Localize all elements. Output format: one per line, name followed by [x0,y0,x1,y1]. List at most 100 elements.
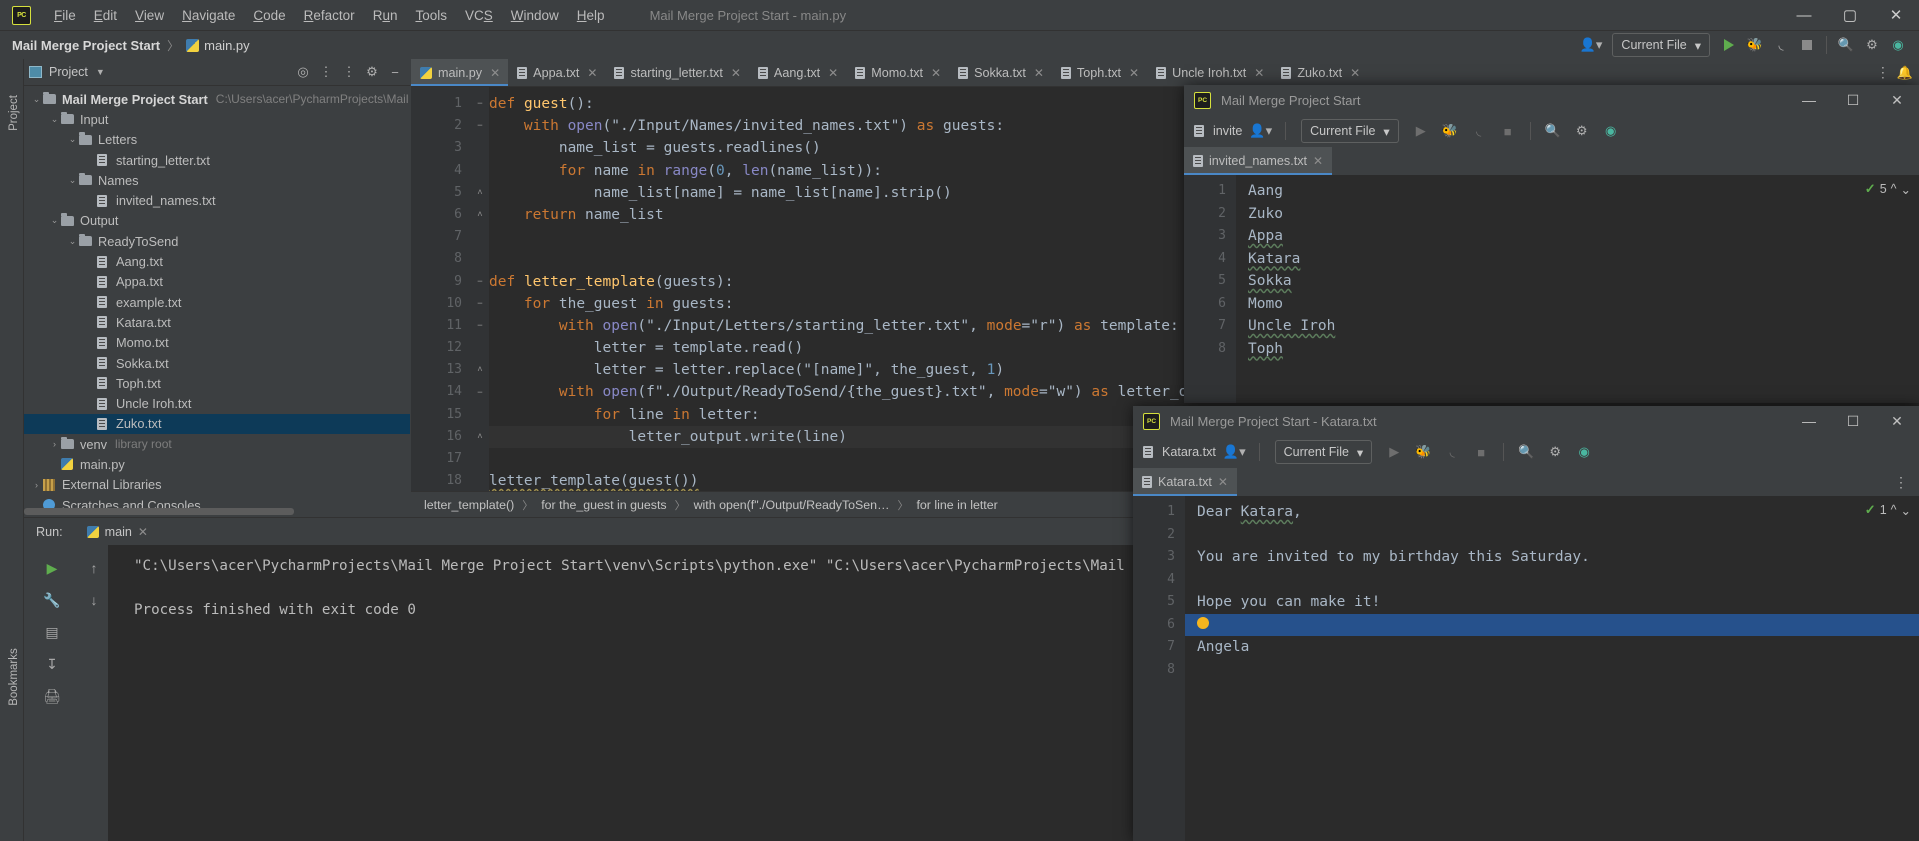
minimize-icon[interactable]: — [1787,85,1831,115]
maximize-icon[interactable]: ☐ [1831,406,1875,436]
editor-tab[interactable]: Toph.txt ✕ [1052,59,1147,86]
maximize-icon[interactable]: ☐ [1831,85,1875,115]
tree-item[interactable]: Aang.txt [24,251,410,271]
editor-tab[interactable]: Momo.txt ✕ [846,59,949,86]
float2-title-bar[interactable]: PC Mail Merge Project Start - Katara.txt… [1133,406,1919,436]
coverage-icon[interactable]: ◟ [1466,118,1492,144]
editor-line[interactable] [1185,524,1919,547]
editor-line[interactable]: Uncle Iroh [1236,315,1919,338]
tree-item[interactable]: example.txt [24,292,410,312]
tree-item[interactable]: Momo.txt [24,333,410,353]
close-icon[interactable]: ✕ [1218,475,1228,489]
tree-expand-arrow-icon[interactable]: ⌄ [30,94,43,105]
stop-icon[interactable]: ■ [1468,439,1494,465]
user-dropdown-icon[interactable]: 👤▾ [1245,118,1276,144]
editor-line[interactable]: Dear Katara, [1185,501,1919,524]
tree-item[interactable]: ⌄ Names [24,170,410,190]
tree-expand-arrow-icon[interactable]: ⌄ [66,175,79,186]
close-icon[interactable]: ✕ [731,66,741,80]
tree-expand-arrow-icon[interactable]: ⌄ [48,114,61,125]
search-icon[interactable]: 🔍 [1833,32,1859,58]
close-icon[interactable]: ✕ [1129,66,1139,80]
settings-icon[interactable]: ⚙ [1542,439,1568,465]
maximize-icon[interactable]: ▢ [1827,0,1873,31]
tree-item[interactable]: Sokka.txt [24,353,410,373]
breadcrumb-segment[interactable]: letter_template() [424,498,514,512]
editor-line[interactable] [1185,659,1919,682]
editor-tab[interactable]: main.py ✕ [411,59,509,86]
settings-icon[interactable]: ⚙ [1569,118,1595,144]
minimize-icon[interactable]: — [1781,0,1827,31]
close-icon[interactable]: ✕ [490,66,500,80]
chevron-down-icon[interactable]: ▼ [96,67,105,77]
user-dropdown-icon[interactable]: 👤▾ [1576,32,1607,58]
float1-content[interactable]: Aang Zuko Appa Katara Sokka Momo Uncle Iroh Top… [1236,175,1919,403]
tree-expand-arrow-icon[interactable]: ⌄ [66,134,79,145]
close-icon[interactable]: ✕ [1350,66,1360,80]
close-icon[interactable]: ✕ [138,525,148,539]
editor-tab[interactable]: Appa.txt ✕ [508,59,605,86]
debug-icon[interactable]: 🐝 [1410,439,1436,465]
chevron-up-icon[interactable]: ^ [1891,503,1897,517]
float2-editor[interactable]: 1 2 3 4 5 6 7 8 Dear Katara, You are invited to… [1133,496,1919,841]
tree-item[interactable]: ⌄ Mail Merge Project Start C:\Users\acer\P… [24,89,410,109]
close-icon[interactable]: ✕ [1875,406,1919,436]
code-fold-toggle-icon[interactable]: − [471,271,489,293]
close-icon[interactable]: ✕ [1034,66,1044,80]
settings-wrench-icon[interactable]: 🔧 [24,584,80,616]
editor-line[interactable] [1185,613,1919,636]
coverage-icon[interactable]: ◟ [1768,32,1794,58]
tree-expand-arrow-icon[interactable]: ⌄ [48,215,61,226]
run-icon[interactable]: ▶ [1408,118,1434,144]
code-fold-toggle-icon[interactable]: − [471,381,489,403]
float2-content[interactable]: Dear Katara, You are invited to my birth… [1185,496,1919,841]
editor-line[interactable]: You are invited to my birthday this Satu… [1185,546,1919,569]
close-icon[interactable]: ✕ [931,66,941,80]
float1-inspection-widget[interactable]: ✓ 5 ^ ⌄ [1865,181,1911,197]
editor-line[interactable]: Appa [1236,225,1919,248]
run-icon[interactable] [1716,32,1742,58]
run-configuration-selector[interactable]: Current File ▾ [1612,33,1710,57]
tree-item[interactable]: main.py [24,454,410,474]
menu-run[interactable]: Run [364,5,407,26]
run-icon[interactable]: ▶ [1381,439,1407,465]
coverage-icon[interactable]: ◟ [1439,439,1465,465]
menu-tools[interactable]: Tools [406,5,456,26]
tree-item[interactable]: Katara.txt [24,312,410,332]
menu-help[interactable]: Help [568,5,614,26]
tree-item[interactable]: Zuko.txt [24,413,410,435]
editor-line[interactable] [1185,569,1919,592]
tree-expand-arrow-icon[interactable]: ⌄ [66,236,79,247]
expand-all-icon[interactable]: ⋮ [316,62,336,82]
close-icon[interactable]: ✕ [587,66,597,80]
breadcrumb-project[interactable]: Mail Merge Project Start [12,38,160,53]
editor-tab[interactable]: Zuko.txt ✕ [1272,59,1368,86]
debug-icon[interactable]: 🐝 [1742,32,1768,58]
code-fold-toggle-icon[interactable]: ˄ [471,359,489,381]
stop-icon[interactable] [1794,32,1820,58]
float1-tab-invited-names[interactable]: invited_names.txt ✕ [1184,147,1333,175]
breadcrumb-file[interactable]: main.py [204,38,250,53]
run-tab-main[interactable]: main ✕ [79,525,156,539]
breadcrumb-segment[interactable]: for the_guest in guests [541,498,666,512]
tree-item[interactable]: Uncle Iroh.txt [24,393,410,413]
breadcrumb-segment[interactable]: with open(f"./Output/ReadyToSen… [694,498,890,512]
rerun-icon[interactable]: ▶ [24,552,80,584]
print-icon[interactable]: 🖨 [24,680,80,712]
search-icon[interactable]: 🔍 [1513,439,1539,465]
editor-line[interactable]: Hope you can make it! [1185,591,1919,614]
code-fold-gutter[interactable]: − − ˄ ˄ − − − ˄ − ˄ [471,87,489,517]
code-fold-toggle-icon[interactable]: ˄ [471,182,489,204]
code-fold-toggle-icon[interactable]: − [471,115,489,137]
scroll-down-icon[interactable]: ↓ [80,584,108,616]
code-fold-toggle-icon[interactable]: ˄ [471,204,489,226]
tree-item[interactable]: invited_names.txt [24,190,410,210]
hide-icon[interactable]: − [385,62,405,82]
float1-run-configuration-selector[interactable]: Current File ▾ [1301,119,1399,143]
tree-expand-arrow-icon[interactable]: › [48,439,61,449]
debug-icon[interactable]: 🐝 [1437,118,1463,144]
close-icon[interactable]: ✕ [1873,0,1919,31]
search-icon[interactable]: 🔍 [1540,118,1566,144]
collapse-all-icon[interactable]: ⋮ [339,62,359,82]
editor-line[interactable]: Zuko [1236,203,1919,226]
